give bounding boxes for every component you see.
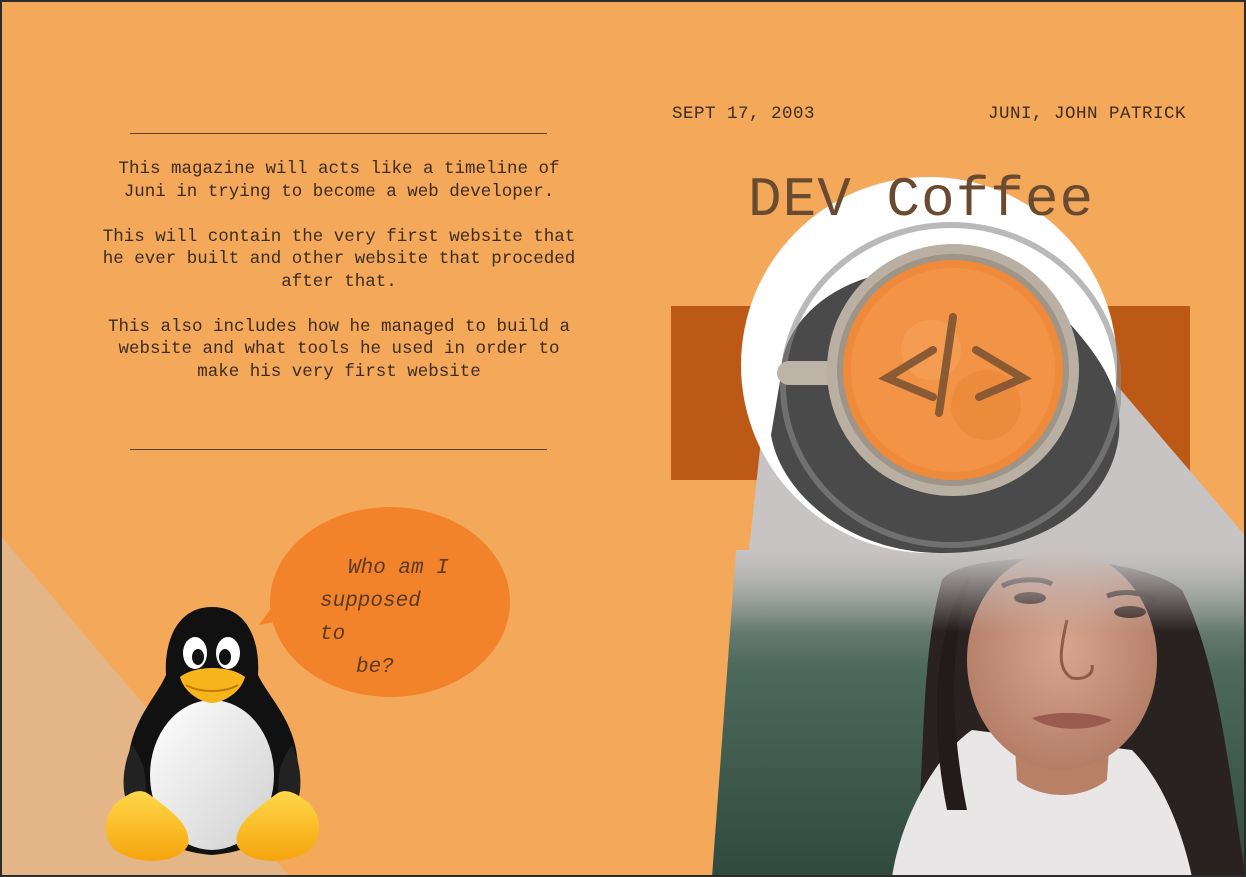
issue-date: SEPT 17, 2003 [672,104,816,124]
speech-line: Who am I [348,557,449,580]
speech-text: Who am I supposed to be? [308,552,458,684]
intro-paragraph: This magazine will acts like a timeline … [118,159,560,202]
coffee-cup-icon [741,177,1121,553]
intro-paragraph: This also includes how he managed to bui… [107,316,571,382]
tux-penguin-icon [105,607,320,861]
magazine-title: DEV Coffee [748,168,1095,232]
top-divider [130,133,547,134]
magazine-spread: This magazine will acts like a timeline … [0,0,1246,877]
speech-line: be? [356,656,394,679]
intro-paragraph: This will contain the very first website… [102,226,576,292]
speech-line: supposed to [320,590,421,646]
bottom-divider [130,449,547,450]
author-photo [712,550,1246,877]
intro-text: This magazine will acts like a timeline … [100,158,578,406]
author-name: JUNI, JOHN PATRICK [987,104,1186,124]
